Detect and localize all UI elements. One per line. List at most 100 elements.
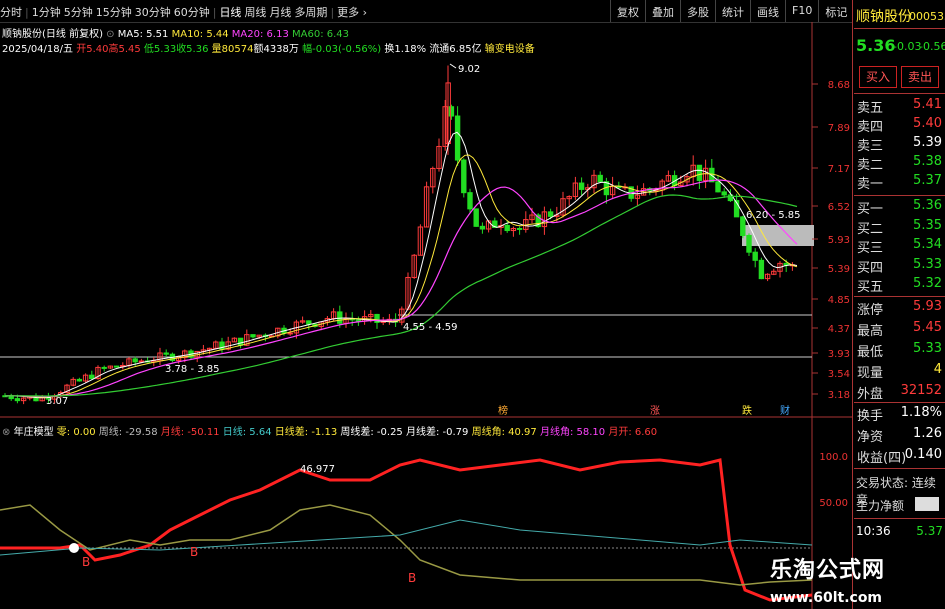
zone2-label: 4.55 - 4.59 bbox=[403, 322, 458, 333]
toolbar-button-1[interactable]: 叠加 bbox=[645, 0, 680, 22]
candle bbox=[721, 191, 727, 196]
buy-button[interactable]: 买入 bbox=[859, 66, 897, 88]
low-label: 3.07 bbox=[46, 396, 68, 407]
price-tick: 3.54 bbox=[828, 369, 850, 380]
candle bbox=[287, 332, 293, 335]
open: 开5.40 bbox=[76, 44, 109, 55]
zone1-label: 3.78 - 3.85 bbox=[165, 364, 220, 375]
sell-button[interactable]: 卖出 bbox=[901, 66, 939, 88]
period-tab-9[interactable]: 多周期 bbox=[294, 6, 327, 19]
indicator-header: ⊗ 年庄模型 零: 0.00 周线: -29.58 月线: -50.11 日线:… bbox=[2, 427, 658, 438]
period-tab-1[interactable]: 1分钟 bbox=[32, 6, 61, 19]
toolbar-button-5[interactable]: F10 bbox=[785, 0, 818, 22]
candle bbox=[746, 234, 752, 253]
candle bbox=[113, 365, 120, 368]
ma5-line bbox=[5, 131, 798, 399]
candle bbox=[355, 319, 362, 322]
period-tab-4[interactable]: 30分钟 bbox=[135, 6, 171, 19]
ind-tick: 100.0 bbox=[819, 452, 848, 463]
toolbar-button-0[interactable]: 复权 bbox=[610, 0, 645, 22]
buys-row: 买五 5.32 bbox=[857, 276, 942, 295]
candle bbox=[448, 106, 455, 117]
ind-monthopen: 月开: 6.60 bbox=[608, 427, 658, 438]
ind-peak-label: 46.977 bbox=[300, 464, 335, 475]
period-tab-8[interactable]: 月线 bbox=[269, 6, 291, 19]
kline-chart[interactable]: 8.68 7.89 7.17 6.52 5.93 5.39 4.85 4.37 3.93 3.54… bbox=[0, 22, 852, 609]
netflow-bar bbox=[915, 497, 939, 511]
stats2-row: 换手 1.18% bbox=[857, 405, 942, 424]
ind-main-line bbox=[0, 458, 813, 602]
ma20-line bbox=[5, 179, 798, 398]
watermark: 乐淘公式网 www.60lt.com bbox=[770, 552, 940, 606]
ind-monthdiff: 月线差: -0.79 bbox=[405, 427, 469, 438]
ind-week: 周线: -29.58 bbox=[98, 427, 158, 438]
period-tab-2[interactable]: 5分钟 bbox=[64, 6, 93, 19]
period-tab-5[interactable]: 60分钟 bbox=[174, 6, 210, 19]
price-tick: 6.52 bbox=[828, 202, 850, 213]
event-tag: 财 bbox=[780, 404, 790, 417]
period-toolbar: 分时 | 1分钟 5分钟 15分钟 30分钟 60分钟 | 日线 周线 月线 多周期 | 更多 › 复权叠… bbox=[0, 0, 945, 23]
zone3-label: 6.20 - 5.85 bbox=[746, 210, 801, 221]
price-change: -0.03 bbox=[893, 40, 922, 53]
vol: 量80574 bbox=[211, 44, 254, 55]
price-tick: 8.68 bbox=[828, 80, 850, 91]
event-tag: 涨 bbox=[650, 405, 660, 417]
candle bbox=[76, 378, 83, 382]
ind-weekdiff: 周线差: -0.25 bbox=[340, 427, 403, 438]
period-tabs: 分时 | 1分钟 5分钟 15分钟 30分钟 60分钟 | 日线 周线 月线 多周期 | 更多 › bbox=[0, 6, 368, 19]
ma10-line bbox=[5, 154, 798, 398]
sector: 输变电设备 bbox=[484, 44, 535, 55]
stats-row: 最高 5.45 bbox=[857, 320, 942, 339]
turnover: 换1.18% bbox=[384, 44, 427, 55]
chart-title: 顺钠股份(日线 前复权) bbox=[2, 29, 103, 40]
toolbar-button-2[interactable]: 多股 bbox=[680, 0, 715, 22]
period-tab-7[interactable]: 周线 bbox=[244, 6, 266, 19]
toolbar-button-3[interactable]: 统计 bbox=[715, 0, 750, 22]
ind-month: 月线: -50.11 bbox=[160, 427, 220, 438]
price-tick: 7.89 bbox=[828, 123, 850, 134]
high: 高5.45 bbox=[108, 44, 141, 55]
amount: 额4338万 bbox=[253, 44, 299, 55]
price-pct: -0.56% bbox=[919, 40, 945, 53]
candle bbox=[752, 251, 758, 261]
ma5-label: MA5: 5.51 bbox=[117, 29, 169, 40]
candle bbox=[578, 182, 585, 190]
period-tab-10[interactable]: 更多 › bbox=[337, 6, 367, 19]
toolbar-button-6[interactable]: 标记 bbox=[818, 0, 853, 22]
high-pointer bbox=[449, 63, 457, 69]
stats-row: 现量 4 bbox=[857, 362, 942, 381]
candle bbox=[696, 164, 703, 181]
buys-row: 买一 5.36 bbox=[857, 198, 942, 217]
sells-row: 卖二 5.38 bbox=[857, 154, 942, 173]
low: 低5.33 bbox=[143, 44, 177, 55]
ma10-label: MA10: 5.44 bbox=[171, 29, 229, 40]
price-tick: 5.93 bbox=[828, 235, 850, 246]
candle bbox=[14, 398, 21, 402]
sells-row: 卖一 5.37 bbox=[857, 173, 942, 192]
sells-row: 卖四 5.40 bbox=[857, 116, 942, 135]
period-tab-3[interactable]: 15分钟 bbox=[96, 6, 132, 19]
toolbar-button-4[interactable]: 画线 bbox=[750, 0, 785, 22]
tick-price: 5.37 bbox=[916, 524, 943, 538]
period-tab-6[interactable]: 日线 bbox=[219, 6, 241, 19]
ind-daydiff: 日线差: -1.13 bbox=[274, 427, 338, 438]
stats-row: 外盘 32152 bbox=[857, 383, 942, 402]
ind-monthangle: 月线角: 58.10 bbox=[539, 427, 606, 438]
buy-signal: B bbox=[82, 555, 90, 569]
candle bbox=[163, 352, 169, 355]
period-tab-0[interactable]: 分时 bbox=[0, 6, 22, 19]
ind-day: 日线: 5.64 bbox=[222, 427, 272, 438]
candle bbox=[132, 358, 138, 363]
sells-row: 卖三 5.39 bbox=[857, 135, 942, 154]
candle bbox=[473, 208, 479, 227]
buy-signal: B bbox=[408, 571, 416, 585]
candle bbox=[237, 337, 244, 346]
ind-tick: 50.00 bbox=[819, 498, 848, 509]
buys-row: 买四 5.33 bbox=[857, 256, 942, 276]
buys-row: 买二 5.35 bbox=[857, 217, 942, 237]
quote-panel: 顺钠股份 000533 5.36 -0.03 -0.56% 买入 卖出 卖五5.… bbox=[852, 0, 945, 609]
ind-olive-line bbox=[0, 504, 813, 586]
indicator-name: 年庄模型 bbox=[13, 427, 54, 438]
sells-row: 卖五 5.41 bbox=[857, 97, 942, 116]
candle bbox=[454, 115, 461, 161]
